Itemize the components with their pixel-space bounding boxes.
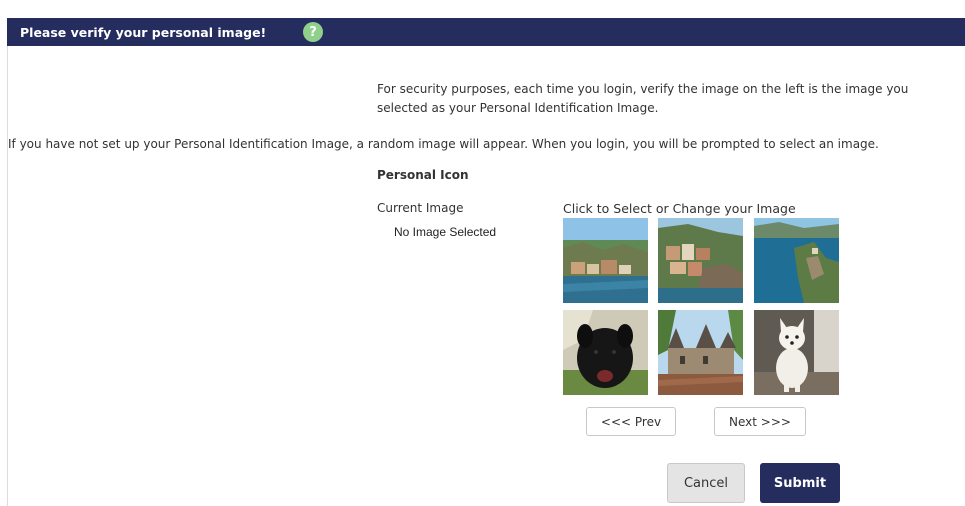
chateau-icon [658, 310, 743, 395]
verify-image-panel: Please verify your personal image! ? For… [0, 0, 965, 506]
coastal-village-image[interactable] [563, 218, 648, 303]
section-title: Personal Icon [377, 168, 469, 182]
intro-text: For security purposes, each time you log… [377, 82, 909, 115]
chateau-image[interactable] [658, 310, 743, 395]
sea-cliff-icon [754, 218, 839, 303]
help-icon[interactable]: ? [303, 22, 323, 42]
white-puppy-image[interactable] [754, 310, 839, 395]
submit-button[interactable]: Submit [760, 463, 840, 503]
cliff-houses-image[interactable] [658, 218, 743, 303]
current-image-value: No Image Selected [394, 225, 497, 239]
panel-title: Please verify your personal image! [20, 24, 267, 40]
current-image-label: Current Image [377, 201, 464, 215]
coastal-village-icon [563, 218, 648, 303]
prev-button[interactable]: <<< Prev [586, 407, 676, 436]
sea-cliff-image[interactable] [754, 218, 839, 303]
cliff-houses-icon [658, 218, 743, 303]
panel-header: Please verify your personal image! ? [7, 18, 965, 46]
select-image-label: Click to Select or Change your Image [563, 201, 796, 216]
black-dog-icon [563, 310, 648, 395]
panel-border [7, 18, 8, 506]
notice-text: If you have not set up your Personal Ide… [8, 137, 879, 151]
black-dog-image[interactable] [563, 310, 648, 395]
cancel-button[interactable]: Cancel [667, 463, 745, 503]
next-button[interactable]: Next >>> [714, 407, 806, 436]
white-puppy-icon [754, 310, 839, 395]
